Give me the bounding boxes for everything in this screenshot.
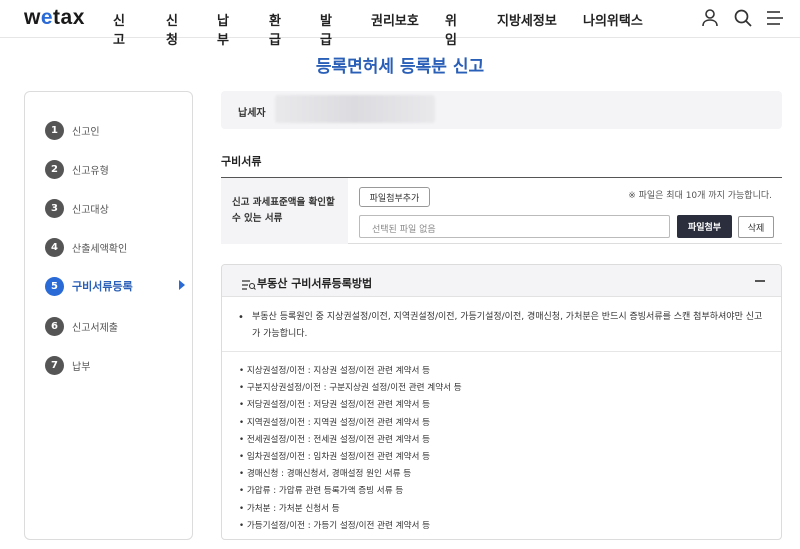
header-icons	[700, 7, 786, 29]
guide-header[interactable]: 부동산 구비서류등록방법	[222, 265, 781, 297]
step-label: 구비서류등록	[72, 280, 133, 293]
wetax-logo[interactable]: wetax	[24, 6, 85, 30]
step-4[interactable]: 4 산출세액확인	[45, 236, 185, 258]
step-2[interactable]: 2 신고유형	[45, 158, 185, 180]
step-label: 신고서제출	[72, 322, 118, 334]
step-3[interactable]: 3 신고대상	[45, 197, 185, 219]
step-label: 신고인	[72, 126, 100, 138]
step-sidebar: 1 신고인 2 신고유형 3 신고대상 4 산출세액확인 5 구비서류등록 6 신고서제출 …	[24, 91, 193, 540]
guide-title: 부동산 구비서류등록방법	[257, 277, 373, 290]
nav-item-issue[interactable]: 발급	[320, 10, 332, 48]
taxpayer-box: 납세자	[221, 91, 782, 129]
nav-item-tax-info[interactable]: 지방세정보	[497, 10, 557, 29]
taxpayer-name-redacted	[275, 95, 435, 123]
guide-list: 지상권설정/이전 : 지상권 설정/이전 관련 계약서 등 구분지상권설정/이전…	[239, 363, 462, 535]
list-item: 지역권설정/이전 : 지역권 설정/이전 관련 계약서 등	[239, 415, 462, 432]
step-number: 4	[45, 237, 64, 257]
page-title: 등록면허세 등록분 신고	[315, 57, 485, 77]
step-label: 납부	[72, 361, 91, 373]
documents-row-label: 신고 과세표준액을 확인할 수 있는 서류	[221, 178, 348, 244]
file-limit-note: ※ 파일은 최대 10개 까지 가능합니다.	[628, 191, 772, 201]
guide-divider	[222, 351, 781, 352]
list-item: 구분지상권설정/이전 : 구분지상권 설정/이전 관련 계약서 등	[239, 380, 462, 397]
nav-item-report[interactable]: 신고	[113, 10, 125, 48]
step-label: 신고대상	[72, 204, 109, 216]
nav-item-my-wetax[interactable]: 나의위택스	[583, 10, 643, 29]
list-item: 경매신청 : 경매신청서, 경매설정 원인 서류 등	[239, 466, 462, 483]
nav-item-delegate[interactable]: 위임	[445, 10, 457, 48]
guide-panel: 부동산 구비서류등록방법 부동산 등록원인 중 지상권설정/이전, 지역권설정/…	[221, 264, 782, 540]
step-number: 2	[45, 159, 64, 179]
nav-item-pay[interactable]: 납부	[217, 10, 229, 48]
step-number: 7	[45, 355, 64, 375]
documents-section-title: 구비서류	[221, 155, 262, 168]
taxpayer-label: 납세자	[238, 108, 266, 119]
current-step-arrow-icon	[179, 280, 185, 290]
list-item: 가압류 : 가압류 관련 등록가액 증빙 서류 등	[239, 483, 462, 500]
list-item: 지상권설정/이전 : 지상권 설정/이전 관련 계약서 등	[239, 363, 462, 380]
documents-table: 신고 과세표준액을 확인할 수 있는 서류 파일첨부추가 ※ 파일은 최대 10…	[221, 177, 782, 244]
step-1[interactable]: 1 신고인	[45, 119, 185, 141]
step-number: 3	[45, 198, 64, 218]
list-item: 저당권설정/이전 : 저당권 설정/이전 관련 계약서 등	[239, 397, 462, 414]
step-label: 신고유형	[72, 165, 109, 177]
add-file-button[interactable]: 파일첨부추가	[359, 187, 430, 207]
list-item: 전세권설정/이전 : 전세권 설정/이전 관련 계약서 등	[239, 432, 462, 449]
file-input[interactable]: 선택된 파일 없음	[359, 215, 670, 238]
list-item: 임차권설정/이전 : 임차권 설정/이전 관련 계약서 등	[239, 449, 462, 466]
attach-file-button[interactable]: 파일첨부	[677, 215, 732, 238]
list-item: 가등기설정/이전 : 가등기 설정/이전 관련 계약서 등	[239, 518, 462, 535]
step-6[interactable]: 6 신고서제출	[45, 315, 185, 337]
top-header: wetax 신고 신청 납부 환급 발급 권리보호 위임 지방세정보 나의위택스	[0, 0, 800, 48]
step-number: 6	[45, 316, 64, 336]
search-icon[interactable]	[732, 7, 754, 29]
step-number: 1	[45, 120, 64, 140]
list-search-icon	[242, 276, 256, 290]
step-7[interactable]: 7 납부	[45, 354, 185, 376]
step-5-active[interactable]: 5 구비서류등록	[45, 275, 185, 297]
guide-intro: 부동산 등록원인 중 지상권설정/이전, 지역권설정/이전, 가등기설정/이전,…	[236, 309, 766, 343]
nav-item-rights[interactable]: 권리보호	[371, 10, 419, 29]
step-label: 산출세액확인	[72, 243, 128, 255]
delete-file-button[interactable]: 삭제	[738, 216, 774, 238]
step-number: 5	[45, 276, 64, 296]
nav-item-refund[interactable]: 환급	[269, 10, 281, 48]
user-icon[interactable]	[700, 7, 722, 29]
nav-item-apply[interactable]: 신청	[166, 10, 178, 48]
menu-icon[interactable]	[764, 7, 786, 29]
collapse-icon[interactable]	[753, 273, 767, 289]
list-item: 가처분 : 가처분 신청서 등	[239, 501, 462, 518]
